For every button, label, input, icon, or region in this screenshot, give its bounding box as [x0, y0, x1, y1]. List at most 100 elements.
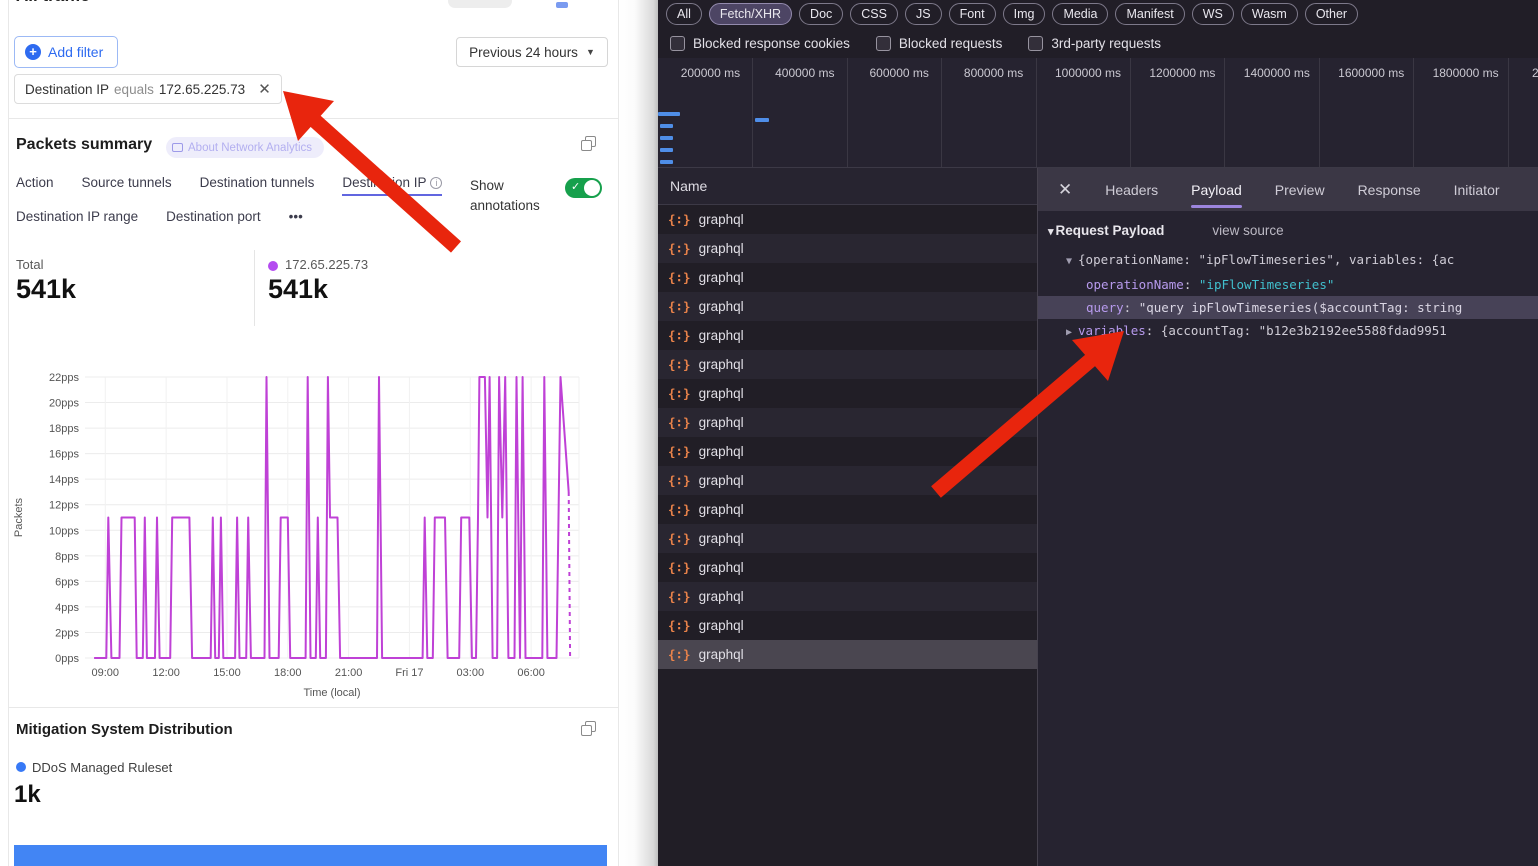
- history-clock-icon: [330, 133, 343, 146]
- json-file-icon: {∶}: [668, 444, 691, 459]
- network-row-graphql[interactable]: {∶}graphql: [658, 263, 1037, 292]
- network-row-graphql[interactable]: {∶}graphql: [658, 234, 1037, 263]
- filter-pill-wasm[interactable]: Wasm: [1241, 3, 1298, 25]
- filter-pill-img[interactable]: Img: [1003, 3, 1046, 25]
- x-tick-label: 09:00: [92, 667, 120, 679]
- network-row-graphql[interactable]: {∶}graphql: [658, 408, 1037, 437]
- payload-line[interactable]: ▼{operationName: "ipFlowTimeseries", var…: [1038, 248, 1538, 273]
- payload-token-string: "ipFlowTimeseries": [1199, 277, 1334, 292]
- remove-filter-icon[interactable]: ✕: [258, 80, 271, 98]
- details-tab-response[interactable]: Response: [1358, 168, 1421, 211]
- checkbox-icon[interactable]: [876, 36, 891, 51]
- json-file-icon: {∶}: [668, 560, 691, 575]
- checkbox-blocked-requests[interactable]: Blocked requests: [876, 36, 1003, 51]
- payload-line[interactable]: operationName: "ipFlowTimeseries": [1038, 273, 1538, 296]
- stat-total-label: Total: [16, 257, 43, 272]
- timeline-tick-label: 600000 ms: [870, 66, 929, 80]
- view-source-link[interactable]: view source: [1212, 223, 1283, 238]
- timeline-tick-label: 1200000 ms: [1149, 66, 1215, 80]
- about-network-analytics-badge[interactable]: About Network Analytics: [166, 137, 324, 158]
- payload-line[interactable]: ▶variables: {accountTag: "b12e3b2192ee55…: [1038, 319, 1538, 344]
- network-row-graphql[interactable]: {∶}graphql: [658, 495, 1037, 524]
- network-row-graphql[interactable]: {∶}graphql: [658, 524, 1037, 553]
- filter-pill-manifest[interactable]: Manifest: [1115, 3, 1184, 25]
- payload-token-plain: :: [1146, 323, 1161, 338]
- filter-pill-ws[interactable]: WS: [1192, 3, 1234, 25]
- request-filter-pills: All Fetch/XHR Doc CSS JS Font Img Media Manifest…: [666, 1, 1358, 26]
- json-file-icon: {∶}: [668, 328, 691, 343]
- filter-pill-fetch-xhr[interactable]: Fetch/XHR: [709, 3, 792, 25]
- request-name: graphql: [699, 618, 744, 633]
- request-payload-title[interactable]: Request Payload: [1048, 223, 1164, 238]
- y-axis-label: Packets: [13, 497, 25, 537]
- checkbox-blocked-response-cookies[interactable]: Blocked response cookies: [670, 36, 850, 51]
- network-row-graphql[interactable]: {∶}graphql: [658, 437, 1037, 466]
- mitigation-value: 1k: [14, 781, 41, 809]
- add-filter-button[interactable]: + Add filter: [14, 36, 118, 68]
- tab-destination-ip-range[interactable]: Destination IP range: [16, 209, 138, 224]
- tab-destination-port[interactable]: Destination port: [166, 209, 261, 224]
- network-overview-timeline[interactable]: 200000 ms400000 ms600000 ms800000 ms1000…: [658, 58, 1538, 168]
- collapse-arrow-icon[interactable]: ▼: [1066, 256, 1072, 267]
- checkbox-icon[interactable]: [1028, 36, 1043, 51]
- x-tick-label: Fri 17: [395, 667, 423, 679]
- tab-action[interactable]: Action: [16, 175, 54, 196]
- details-tab-preview[interactable]: Preview: [1275, 168, 1325, 211]
- network-row-graphql[interactable]: {∶}graphql: [658, 611, 1037, 640]
- tab--[interactable]: •••: [289, 209, 303, 224]
- copy-panel-icon[interactable]: [581, 136, 595, 150]
- mitigation-bar: [14, 845, 607, 866]
- y-tick-label: 20pps: [49, 398, 79, 410]
- filter-pill-media[interactable]: Media: [1052, 3, 1108, 25]
- x-tick-label: 18:00: [274, 667, 302, 679]
- show-annotations-label: Show annotations: [470, 176, 558, 216]
- mitigation-title: Mitigation System Distribution: [16, 721, 233, 738]
- network-row-graphql[interactable]: {∶}graphql: [658, 350, 1037, 379]
- network-row-graphql[interactable]: {∶}graphql: [658, 582, 1037, 611]
- json-file-icon: {∶}: [668, 270, 691, 285]
- filter-chip[interactable]: Destination IP equals 172.65.225.73 ✕: [14, 74, 282, 104]
- plus-icon: +: [25, 44, 41, 60]
- filter-pill-css[interactable]: CSS: [850, 3, 898, 25]
- checkbox-3rd-party-requests[interactable]: 3rd-party requests: [1028, 36, 1161, 51]
- name-column-header[interactable]: Name: [658, 168, 1037, 205]
- filter-pill-font[interactable]: Font: [949, 3, 996, 25]
- tab-source-tunnels[interactable]: Source tunnels: [82, 175, 172, 196]
- add-filter-label: Add filter: [48, 44, 103, 60]
- filter-pill-doc[interactable]: Doc: [799, 3, 843, 25]
- network-row-graphql[interactable]: {∶}graphql: [658, 292, 1037, 321]
- network-row-graphql[interactable]: {∶}graphql: [658, 466, 1037, 495]
- time-range-dropdown[interactable]: Previous 24 hours ▼: [456, 37, 608, 67]
- payload-token-key: query: [1086, 300, 1124, 315]
- checkbox-icon[interactable]: [670, 36, 685, 51]
- x-tick-label: 15:00: [213, 667, 241, 679]
- y-tick-label: 12pps: [49, 500, 79, 512]
- request-payload-header: Request Payload view source: [1038, 211, 1538, 242]
- details-tab-initiator[interactable]: Initiator: [1454, 168, 1500, 211]
- filter-operator: equals: [114, 82, 154, 97]
- details-tab-headers[interactable]: Headers: [1105, 168, 1158, 211]
- timeline-request-mark: [660, 160, 673, 164]
- close-icon[interactable]: ✕: [1058, 180, 1072, 200]
- tab-destination-ip[interactable]: Destination IPi: [342, 175, 442, 196]
- tab-destination-tunnels[interactable]: Destination tunnels: [200, 175, 315, 196]
- request-filter-checkboxes: Blocked response cookies Blocked requests…: [670, 30, 1161, 56]
- y-tick-label: 4pps: [55, 602, 79, 614]
- checkbox-label: 3rd-party requests: [1051, 36, 1161, 51]
- network-row-graphql[interactable]: {∶}graphql: [658, 379, 1037, 408]
- filter-pill-js[interactable]: JS: [905, 3, 942, 25]
- chevron-down-icon: ▼: [586, 47, 595, 57]
- network-row-graphql[interactable]: {∶}graphql: [658, 553, 1037, 582]
- network-row-graphql[interactable]: {∶}graphql: [658, 640, 1037, 669]
- details-tab-payload[interactable]: Payload: [1191, 168, 1242, 211]
- expand-arrow-icon[interactable]: ▶: [1066, 327, 1072, 338]
- filter-pill-other[interactable]: Other: [1305, 3, 1358, 25]
- payload-line[interactable]: query: "query ipFlowTimeseries($accountT…: [1038, 296, 1538, 319]
- show-annotations-toggle[interactable]: ✓: [565, 178, 602, 198]
- timeline-request-mark: [660, 148, 673, 152]
- network-row-graphql[interactable]: {∶}graphql: [658, 205, 1037, 234]
- filter-pill-all[interactable]: All: [666, 3, 702, 25]
- copy-panel-icon[interactable]: [581, 721, 595, 735]
- y-tick-label: 2pps: [55, 627, 79, 639]
- network-row-graphql[interactable]: {∶}graphql: [658, 321, 1037, 350]
